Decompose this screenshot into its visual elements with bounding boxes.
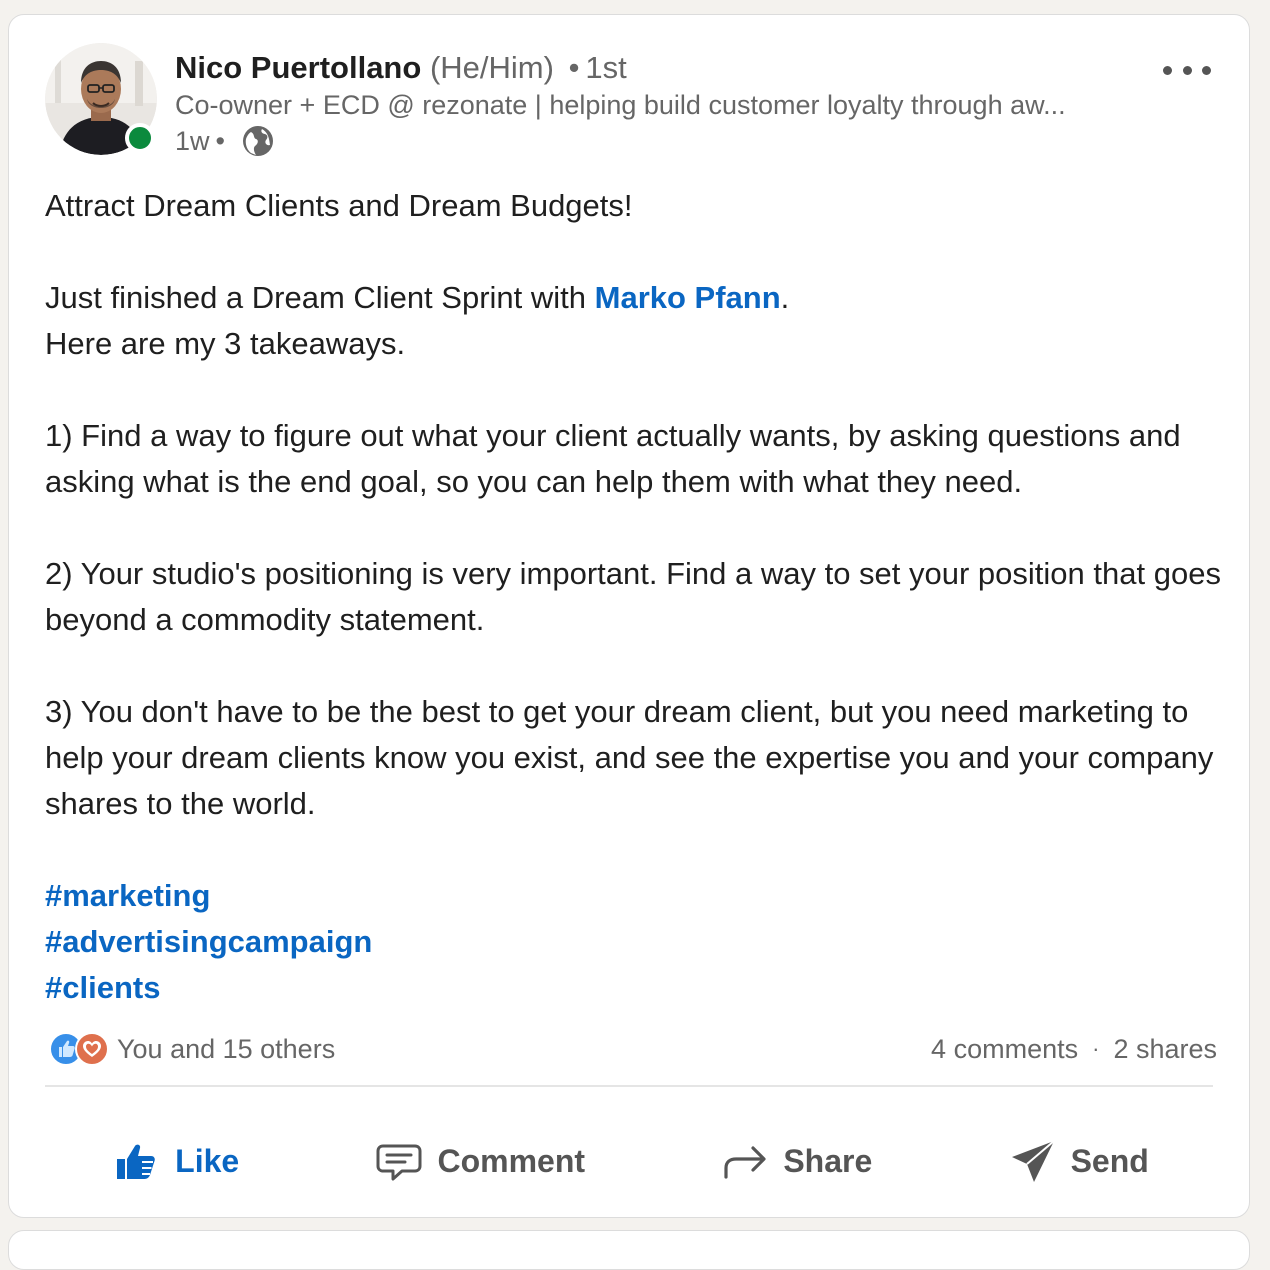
intro-period: .: [780, 280, 790, 315]
share-label: Share: [783, 1142, 873, 1179]
post-intro: Just finished a Dream Client Sprint with…: [45, 275, 1225, 321]
dot-separator: •: [568, 50, 580, 85]
author-name-line: Nico Puertollano (He/Him) • 1st: [175, 49, 1155, 87]
post-card: Nico Puertollano (He/Him) • 1st Co-owner …: [8, 14, 1250, 1218]
mention-link[interactable]: Marko Pfann: [595, 280, 781, 315]
author-pronouns: (He/Him): [429, 50, 554, 85]
post-header: Nico Puertollano (He/Him) • 1st Co-owner …: [175, 49, 1155, 159]
comment-button[interactable]: Comment: [355, 1129, 605, 1193]
more-options-button[interactable]: [1157, 55, 1217, 85]
dot-separator: ·: [1092, 1036, 1100, 1061]
send-label: Send: [1070, 1142, 1149, 1179]
share-button[interactable]: Share: [701, 1129, 892, 1193]
like-button[interactable]: Like: [93, 1129, 259, 1193]
post-time[interactable]: 1w: [175, 123, 210, 159]
send-button[interactable]: Send: [989, 1129, 1169, 1193]
intro-text: Just finished a Dream Client Sprint with: [45, 280, 595, 315]
shares-count[interactable]: 2 shares: [1113, 1034, 1217, 1065]
reactions-text: You and 15 others: [117, 1033, 336, 1064]
engagement-counts: 4 comments · 2 shares: [931, 1034, 1217, 1065]
social-counts-bar: You and 15 others 4 comments · 2 shares: [45, 1027, 1217, 1071]
author-name[interactable]: Nico Puertollano: [175, 50, 421, 85]
takeaway-1: 1) Find a way to figure out what your cl…: [45, 418, 1181, 499]
like-label: Like: [175, 1142, 240, 1179]
globe-icon: [242, 126, 273, 156]
connection-degree: 1st: [585, 50, 627, 85]
author-avatar[interactable]: [45, 43, 157, 155]
share-arrow-icon: [724, 1146, 766, 1179]
online-status-indicator: [125, 123, 155, 153]
takeaway-2: 2) Your studio's positioning is very imp…: [45, 556, 1221, 637]
hashtag-clients[interactable]: #clients: [45, 965, 1225, 1011]
more-dot-icon: [1182, 65, 1192, 75]
more-dot-icon: [1202, 65, 1211, 75]
love-reaction-icon: [75, 1032, 109, 1066]
dot-separator: •: [215, 126, 225, 156]
post-action-bar: Like Comment Share Send: [45, 1123, 1217, 1199]
takeaway-3: 3) You don't have to be the best to get …: [45, 694, 1214, 821]
comment-icon: [376, 1144, 422, 1181]
more-dot-icon: [1163, 65, 1172, 75]
reactions-summary[interactable]: You and 15 others: [45, 1030, 335, 1068]
author-headline[interactable]: Co-owner + ECD @ rezonate | helping buil…: [175, 87, 1120, 123]
thumbs-up-icon: [117, 1144, 155, 1179]
reaction-icons: [45, 1030, 117, 1068]
post-title-line: Attract Dream Clients and Dream Budgets!: [45, 188, 633, 223]
post-meta: 1w •: [175, 123, 1155, 159]
post-body: Attract Dream Clients and Dream Budgets!…: [45, 183, 1225, 1011]
hashtag-advertisingcampaign[interactable]: #advertisingcampaign: [45, 919, 1225, 965]
divider: [45, 1085, 1213, 1087]
hashtag-marketing[interactable]: #marketing: [45, 873, 1225, 919]
next-post-card: [8, 1230, 1250, 1270]
comments-count[interactable]: 4 comments: [931, 1034, 1078, 1065]
post-intro-line2: Here are my 3 takeaways.: [45, 326, 406, 361]
send-paper-plane-icon: [1011, 1140, 1055, 1182]
comment-label: Comment: [437, 1142, 586, 1179]
